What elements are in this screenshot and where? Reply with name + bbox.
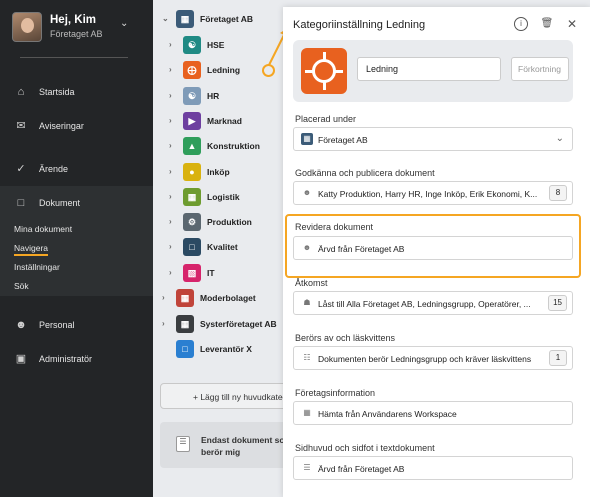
sub-navigera[interactable]: Navigera bbox=[14, 243, 49, 256]
count-badge: 15 bbox=[548, 295, 567, 311]
user-menu[interactable]: Hej, Kim Företaget AB ⌄ bbox=[12, 12, 142, 44]
document-icon: □ bbox=[17, 197, 25, 209]
factory-icon: ▦ bbox=[176, 289, 194, 307]
truck-icon: ▦ bbox=[183, 188, 201, 206]
field-label-approve: Godkänna och publicera dokument bbox=[295, 168, 435, 178]
certificate-icon: □ bbox=[183, 238, 201, 256]
megaphone-icon: ▶ bbox=[183, 112, 201, 130]
ledning-icon: ⨁ bbox=[183, 61, 201, 79]
field-label-company-info: Företagsinformation bbox=[295, 388, 376, 398]
filter-my-documents[interactable]: ☰ Endast dokument som berör mig bbox=[160, 422, 300, 468]
abbreviation-input[interactable]: Förkortning bbox=[511, 57, 569, 81]
admin-icon: ▣ bbox=[15, 353, 27, 365]
building-icon: ▦ bbox=[176, 10, 194, 28]
folder-icon: □ bbox=[176, 340, 194, 358]
nav-aviseringar[interactable]: ✉ Aviseringar bbox=[0, 114, 153, 138]
count-badge: 8 bbox=[549, 185, 567, 201]
check-icon: ✓ bbox=[16, 163, 26, 175]
category-name-input[interactable]: Ledning bbox=[357, 57, 501, 81]
cart-icon: ● bbox=[183, 163, 201, 181]
placed-under-select[interactable]: ▦ Företaget AB ⌄ bbox=[293, 127, 573, 151]
callout-circle bbox=[262, 64, 275, 77]
building-icon: ▦ bbox=[303, 408, 311, 417]
sub-installningar[interactable]: Inställningar bbox=[14, 262, 60, 272]
avatar bbox=[12, 12, 42, 42]
chevron-down-icon[interactable]: ⌄ bbox=[120, 18, 128, 29]
affected-receipt-field[interactable]: ☷ Dokumenten berör Ledningsgrupp och kräv… bbox=[293, 346, 573, 370]
chevron-down-icon[interactable]: ⌄ bbox=[162, 14, 169, 23]
nav-dokument[interactable]: □ Dokument bbox=[0, 191, 153, 215]
home-icon: ⌂ bbox=[17, 86, 25, 98]
icon-section: Ledning Förkortning bbox=[293, 40, 573, 102]
approve-publish-field[interactable]: ☻ Katty Produktion, Harry HR, Inge Inköp,… bbox=[293, 181, 573, 205]
construction-icon: ▲ bbox=[183, 137, 201, 155]
inbox-icon: ✉ bbox=[16, 120, 26, 132]
chevron-down-icon: ⌄ bbox=[555, 133, 564, 144]
user-check-icon: ☻ bbox=[302, 188, 312, 197]
sub-mina-dokument[interactable]: Mina dokument bbox=[14, 224, 72, 234]
nav-personal[interactable]: ☻ Personal bbox=[0, 313, 153, 337]
field-label-access: Åtkomst bbox=[295, 278, 328, 288]
building-icon: ▦ bbox=[301, 133, 313, 145]
category-settings-panel: Kategoriinställning Ledning i 🗑 ✕ Lednin… bbox=[283, 7, 590, 497]
field-label-affected: Berörs av och läskvittens bbox=[295, 333, 396, 343]
user-gear-icon: ☻ bbox=[302, 243, 312, 252]
hse-icon: ☯ bbox=[183, 36, 201, 54]
panel-title: Kategoriinställning Ledning bbox=[293, 19, 426, 31]
people-icon: ☯ bbox=[183, 87, 201, 105]
lifebuoy-icon[interactable] bbox=[301, 48, 347, 94]
company-info-field[interactable]: ▦ Hämta från Användarens Workspace bbox=[293, 401, 573, 425]
document-check-icon: ☷ bbox=[303, 353, 311, 362]
user-org: Företaget AB bbox=[50, 29, 103, 39]
lock-icon: ☗ bbox=[303, 298, 311, 307]
revise-document-field[interactable]: ☻ Ärvd från Företaget AB bbox=[293, 236, 573, 260]
divider bbox=[20, 57, 128, 58]
document-icon: ☰ bbox=[303, 463, 311, 472]
document-icon: ☰ bbox=[176, 436, 190, 452]
factory-icon: ▦ bbox=[176, 315, 194, 333]
nav-startsida[interactable]: ⌂ Startsida bbox=[0, 80, 153, 104]
field-label-placed-under: Placerad under bbox=[295, 114, 357, 124]
nav-arende[interactable]: ✓ Ärende bbox=[0, 157, 153, 181]
close-icon[interactable]: ✕ bbox=[565, 17, 579, 31]
device-icon: ▧ bbox=[183, 264, 201, 282]
sub-sok[interactable]: Sök bbox=[14, 281, 29, 291]
trash-icon[interactable]: 🗑 bbox=[540, 17, 554, 31]
field-label-revise: Revidera dokument bbox=[295, 222, 374, 232]
header-footer-field[interactable]: ☰ Ärvd från Företaget AB bbox=[293, 456, 573, 480]
field-label-header-footer: Sidhuvud och sidfot i textdokument bbox=[295, 443, 435, 453]
count-badge: 1 bbox=[549, 350, 567, 366]
sidebar: Hej, Kim Företaget AB ⌄ ⌂ Startsida ✉ Avis… bbox=[0, 0, 153, 497]
access-field[interactable]: ☗ Låst till Alla Företaget AB, Ledningsgr… bbox=[293, 291, 573, 315]
nav-administrator[interactable]: ▣ Administratör bbox=[0, 347, 153, 371]
info-icon[interactable]: i bbox=[514, 17, 528, 31]
gears-icon: ⚙ bbox=[183, 213, 201, 231]
person-icon: ☻ bbox=[15, 319, 27, 331]
add-category-button[interactable]: + Lägg till ny huvudkategori bbox=[160, 383, 300, 409]
user-name: Hej, Kim bbox=[50, 14, 97, 26]
